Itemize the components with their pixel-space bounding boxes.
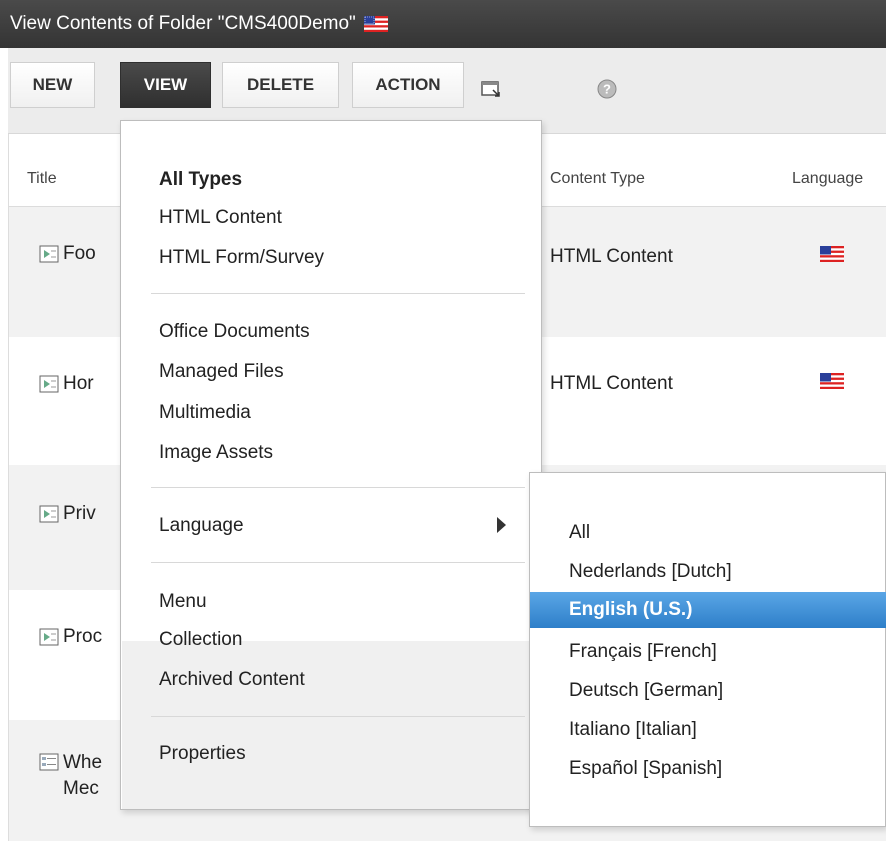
language-item-italian[interactable]: Italiano [Italian] — [569, 719, 697, 741]
language-item-german[interactable]: Deutsch [German] — [569, 680, 723, 702]
menu-item-image-assets[interactable]: Image Assets — [159, 442, 273, 464]
window-title: View Contents of Folder "CMS400Demo" — [10, 13, 356, 34]
menu-item-properties[interactable]: Properties — [159, 743, 246, 765]
us-flag-icon — [820, 246, 844, 268]
menu-item-managed-files[interactable]: Managed Files — [159, 361, 284, 383]
row-content-type: HTML Content — [550, 246, 673, 267]
action-button[interactable]: ACTION — [352, 62, 464, 108]
row-title[interactable]: Proc — [63, 626, 102, 648]
delete-button[interactable]: DELETE — [222, 62, 339, 108]
row-title[interactable]: Hor — [63, 373, 94, 395]
us-flag-icon — [820, 373, 844, 395]
us-flag-icon — [363, 13, 388, 35]
language-item-english-us[interactable]: English (U.S.) — [530, 592, 886, 628]
move-window-icon[interactable] — [480, 78, 502, 100]
column-content-type[interactable]: Content Type — [550, 170, 645, 188]
menu-divider — [151, 293, 525, 294]
row-title[interactable]: Foo — [63, 243, 96, 265]
view-button[interactable]: VIEW — [120, 62, 211, 108]
new-button[interactable]: NEW — [10, 62, 95, 108]
language-item-french[interactable]: Français [French] — [569, 641, 717, 663]
row-title[interactable]: Priv — [63, 503, 96, 525]
menu-item-office-documents[interactable]: Office Documents — [159, 321, 310, 343]
menu-divider — [151, 562, 525, 563]
column-language[interactable]: Language — [792, 170, 863, 188]
window-title-bar: View Contents of Folder "CMS400Demo" — [0, 0, 886, 48]
row-content-type: HTML Content — [550, 373, 673, 394]
html-content-icon — [39, 505, 59, 523]
submenu-arrow-icon — [497, 517, 506, 533]
menu-item-all-types[interactable]: All Types — [159, 169, 242, 191]
column-title[interactable]: Title — [27, 170, 57, 188]
row-title-line2: Mec — [63, 778, 99, 799]
menu-item-collection[interactable]: Collection — [159, 629, 242, 651]
menu-item-html-form-survey[interactable]: HTML Form/Survey — [159, 247, 324, 269]
menu-item-menu[interactable]: Menu — [159, 591, 207, 613]
form-icon — [39, 753, 59, 771]
menu-divider — [151, 716, 525, 717]
language-submenu: All Nederlands [Dutch] English (U.S.) Fr… — [529, 472, 886, 827]
menu-item-language[interactable]: Language — [159, 515, 244, 537]
language-item-dutch[interactable]: Nederlands [Dutch] — [569, 561, 732, 583]
language-item-spanish[interactable]: Español [Spanish] — [569, 758, 722, 780]
menu-divider — [151, 487, 525, 488]
language-item-all[interactable]: All — [569, 522, 590, 544]
help-icon[interactable]: ? — [596, 78, 618, 100]
html-content-icon — [39, 375, 59, 393]
row-title[interactable]: Whe — [63, 750, 102, 776]
view-menu: All Types HTML Content HTML Form/Survey … — [120, 120, 542, 810]
menu-item-multimedia[interactable]: Multimedia — [159, 402, 251, 424]
html-content-icon — [39, 628, 59, 646]
html-content-icon — [39, 245, 59, 263]
svg-text:?: ? — [603, 82, 611, 97]
menu-item-archived-content[interactable]: Archived Content — [159, 669, 305, 691]
menu-item-html-content[interactable]: HTML Content — [159, 207, 282, 229]
